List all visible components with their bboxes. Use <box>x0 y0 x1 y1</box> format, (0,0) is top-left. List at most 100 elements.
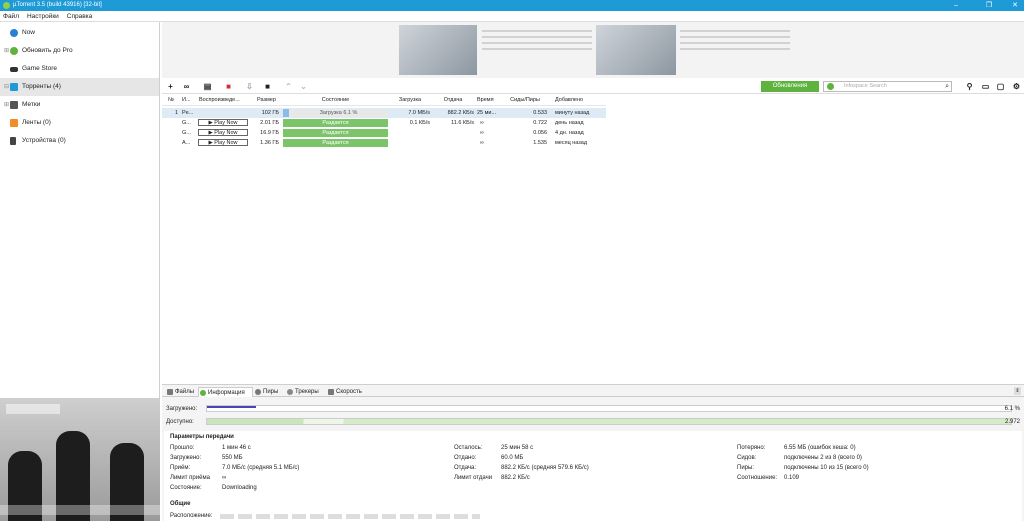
column-header[interactable]: Добавлено <box>555 95 605 105</box>
tab-info[interactable]: Информация <box>198 387 253 397</box>
stop-icon[interactable]: ■ <box>262 81 273 92</box>
menu-help[interactable]: Справка <box>64 11 96 22</box>
search-placeholder: Infospace Search <box>844 83 887 89</box>
play-now-button[interactable]: ▶ Play Now <box>198 139 248 146</box>
ad-thumbnail-image[interactable] <box>0 398 160 521</box>
game-store-icon <box>10 67 18 72</box>
play-now-button[interactable]: ▶ Play Now <box>198 129 248 136</box>
create-torrent-icon[interactable]: ▤ <box>202 81 213 92</box>
location-value[interactable] <box>220 514 480 519</box>
monitor-icon[interactable]: ▢ <box>995 81 1006 92</box>
torrent-list: № И... Воспроизведе... Размер Состояние … <box>162 95 1024 382</box>
move-up-icon[interactable]: ⌃ <box>283 81 294 92</box>
cell-eta: ∞ <box>480 140 484 146</box>
sidebar-item-label: Now <box>22 29 36 36</box>
cell-size: 2.01 ГБ <box>260 120 279 126</box>
ad-banner[interactable] <box>162 22 1024 78</box>
downloaded-label: Загружено: <box>166 406 198 412</box>
menu-bar: Файл Настройки Справка <box>0 11 1024 22</box>
param-label: Сидов: <box>737 455 757 461</box>
ad-image[interactable] <box>596 25 676 75</box>
param-label: Соотношение: <box>737 475 778 481</box>
section-title: Общие <box>170 501 191 507</box>
column-header[interactable]: № <box>168 95 178 105</box>
param-value: 550 МБ <box>222 455 243 461</box>
sidebar-item-labels[interactable]: ⊞ Метки <box>0 96 159 114</box>
expand-icon[interactable]: ⊟ <box>4 78 9 96</box>
sidebar-item-label: Обновить до Pro <box>22 47 73 54</box>
param-label: Прошло: <box>170 445 195 451</box>
cell-added: 4 дн. назад <box>555 130 584 136</box>
sidebar-item-feeds[interactable]: Ленты (0) <box>0 114 159 132</box>
cell-name: Pe... <box>182 110 194 116</box>
cell-download: 7.0 МБ/s <box>408 110 430 116</box>
sidebar-item-torrents[interactable]: ⊟ Торренты (4) <box>0 78 159 96</box>
torrents-icon <box>10 83 18 91</box>
chat-icon[interactable]: ▭ <box>980 81 991 92</box>
expand-icon[interactable]: ⊞ <box>4 42 9 60</box>
cell-size: 1.36 ГБ <box>260 140 279 146</box>
toolbar: + ∞ ▤ ■ ⇩ ■ ⌃ ⌄ Обновления Infospace Sea… <box>162 79 1024 94</box>
param-value: подключены 2 из 8 (всего 0) <box>784 455 862 461</box>
column-header[interactable]: Воспроизведе... <box>199 95 249 105</box>
minimize-button[interactable]: – <box>949 1 963 10</box>
trackers-icon <box>287 389 293 395</box>
menu-file[interactable]: Файл <box>0 11 22 22</box>
info-icon <box>200 390 206 396</box>
cell-eta: 25 ми... <box>477 110 497 116</box>
add-link-icon[interactable]: ∞ <box>181 81 192 92</box>
cell-download: 0.1 КБ/s <box>409 120 430 126</box>
download-icon[interactable]: ⇩ <box>244 81 255 92</box>
column-header[interactable]: Отдача <box>432 95 474 105</box>
column-header[interactable]: Время <box>477 95 499 105</box>
expand-icon[interactable]: ⊞ <box>4 96 9 114</box>
tab-peers[interactable]: Пиры <box>254 387 278 397</box>
table-row[interactable]: G... ▶ Play Now 2.01 ГБ Раздается 0.1 КБ… <box>162 118 606 128</box>
sidebar-item-now[interactable]: Now <box>0 24 159 42</box>
tab-trackers[interactable]: Трекеры <box>286 387 319 397</box>
ad-image[interactable] <box>399 25 477 75</box>
param-label: Осталось: <box>454 445 483 451</box>
window-title: µTorrent 3.5 (build 43916) [32-bit] <box>13 2 102 8</box>
table-row[interactable]: G... ▶ Play Now 16.9 ГБ Раздается ∞ 0.05… <box>162 128 606 138</box>
search-icon[interactable]: ⌕ <box>945 82 949 91</box>
menu-settings[interactable]: Настройки <box>24 11 62 22</box>
add-torrent-icon[interactable]: + <box>165 81 176 92</box>
param-label: Отдано: <box>454 455 477 461</box>
column-header[interactable]: Размер <box>257 95 281 105</box>
sidebar-item-pro[interactable]: ⊞ Обновить до Pro <box>0 42 159 60</box>
maximize-button[interactable]: ❐ <box>982 1 996 10</box>
cell-ratio: 0.722 <box>533 120 547 126</box>
column-header[interactable]: Состояние <box>283 95 388 105</box>
column-header[interactable]: И... <box>182 95 196 105</box>
downloaded-value: 6.1 % <box>1004 406 1020 412</box>
gear-icon[interactable]: ⚙ <box>1011 81 1022 92</box>
search-provider-icon[interactable] <box>827 83 834 90</box>
labels-icon <box>10 101 18 109</box>
status-bar: Раздается <box>283 139 388 147</box>
sidebar-item-game-store[interactable]: Game Store <box>0 60 159 78</box>
collapse-panel-button[interactable]: ⇕ <box>1014 387 1021 395</box>
delete-icon[interactable]: ■ <box>223 81 234 92</box>
table-row[interactable]: A... ▶ Play Now 1.36 ГБ Раздается ∞ 1.53… <box>162 138 606 148</box>
cell-ratio: 0.533 <box>533 110 547 116</box>
close-button[interactable]: ✕ <box>1008 1 1022 10</box>
param-label: Лимит приёма <box>170 475 210 481</box>
table-row[interactable]: 1 Pe... 102 ГБ Загрузка 6.1 % 7.0 МБ/s 8… <box>162 108 606 118</box>
sidebar-item-devices[interactable]: Устройства (0) <box>0 132 159 150</box>
remote-icon[interactable]: ⚲ <box>964 81 975 92</box>
sidebar-item-label: Game Store <box>22 65 58 72</box>
tab-files[interactable]: Файлы <box>166 387 194 397</box>
move-down-icon[interactable]: ⌄ <box>298 81 309 92</box>
column-header[interactable]: Сиды/Пиры <box>500 95 550 105</box>
feeds-icon <box>10 119 18 127</box>
cell-size: 16.9 ГБ <box>260 130 279 136</box>
cell-upload: 882.2 КБ/s <box>447 110 474 116</box>
play-now-button[interactable]: ▶ Play Now <box>198 119 248 126</box>
pro-upgrade-icon <box>10 47 18 55</box>
param-value: 1 мин 46 с <box>222 445 251 451</box>
updates-button[interactable]: Обновления <box>761 81 819 92</box>
search-input[interactable]: Infospace Search ⌕ <box>823 81 952 92</box>
tab-speed[interactable]: Скорость <box>327 387 362 397</box>
column-header[interactable]: Загрузка <box>390 95 430 105</box>
